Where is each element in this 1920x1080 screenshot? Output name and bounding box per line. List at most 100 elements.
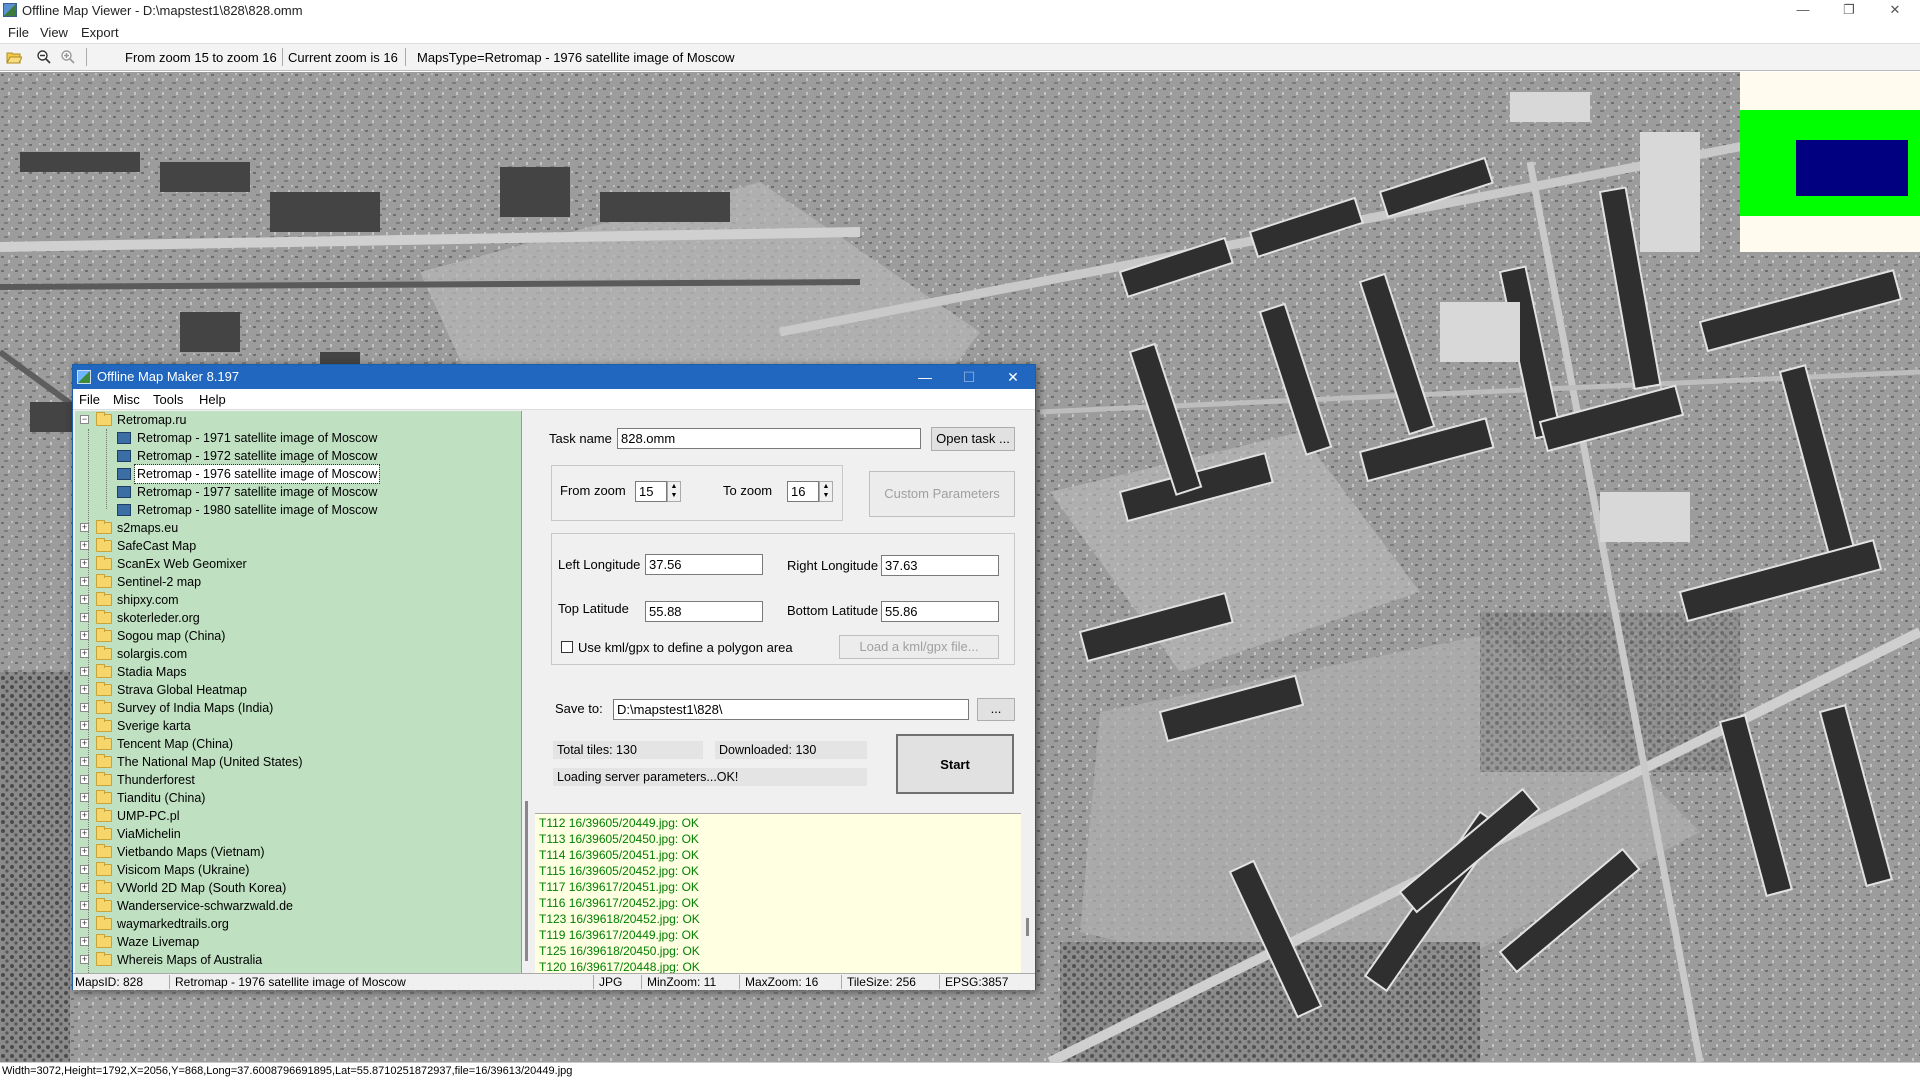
map-layer-icon — [117, 504, 131, 516]
dialog-menu-file[interactable]: File — [79, 392, 100, 407]
tree-label: Retromap.ru — [117, 413, 187, 427]
dialog-close-icon[interactable]: ✕ — [993, 367, 1033, 387]
kml-checkbox[interactable] — [561, 641, 573, 653]
expand-icon[interactable]: + — [80, 937, 89, 946]
log-line: T120 16/39617/20448.jpg: OK — [539, 960, 700, 974]
expand-icon[interactable]: + — [80, 775, 89, 784]
menu-export[interactable]: Export — [81, 25, 119, 40]
zoom-out-icon[interactable] — [36, 49, 52, 65]
to-zoom-input[interactable]: 16 — [787, 481, 819, 502]
folder-icon — [96, 682, 112, 696]
status-map-name: Retromap - 1976 satellite image of Mosco… — [175, 975, 406, 989]
close-icon[interactable]: ✕ — [1872, 0, 1918, 22]
custom-parameters-button: Custom Parameters — [869, 471, 1015, 517]
restore-icon[interactable]: ❐ — [1826, 0, 1872, 22]
save-to-input[interactable]: D:\mapstest1\828\ — [613, 699, 969, 720]
tree-label: Vietbando Maps (Vietnam) — [117, 845, 265, 859]
status-tile-size: TileSize: 256 — [847, 975, 916, 989]
expand-icon[interactable]: + — [80, 883, 89, 892]
status-divider — [641, 975, 642, 989]
to-zoom-spinner[interactable]: ▲ ▼ — [819, 481, 833, 502]
folder-icon — [96, 916, 112, 930]
tree-label: Sogou map (China) — [117, 629, 226, 643]
expand-icon[interactable]: + — [80, 739, 89, 748]
zoom-range-text: From zoom 15 to zoom 16 — [125, 50, 277, 65]
expand-icon[interactable]: + — [80, 865, 89, 874]
zoom-in-icon[interactable] — [60, 49, 76, 65]
toolbar-separator — [282, 48, 283, 66]
expand-icon[interactable]: + — [80, 955, 89, 964]
folder-icon — [96, 628, 112, 642]
tree-label: Retromap - 1980 satellite image of Mosco… — [137, 503, 378, 517]
open-folder-icon[interactable] — [6, 49, 22, 65]
task-name-input[interactable]: 828.omm — [617, 428, 921, 449]
expand-icon[interactable]: + — [80, 829, 89, 838]
scroll-thumb[interactable] — [525, 801, 528, 961]
tree-label: Thunderforest — [117, 773, 195, 787]
status-divider — [939, 975, 940, 989]
expand-icon[interactable]: + — [80, 649, 89, 658]
expand-icon[interactable]: + — [80, 685, 89, 694]
dialog-minimize-icon[interactable]: — — [905, 367, 945, 387]
minimize-icon[interactable]: — — [1780, 0, 1826, 22]
expand-icon[interactable]: + — [80, 811, 89, 820]
map-layer-icon — [117, 450, 131, 462]
expand-icon[interactable]: + — [80, 613, 89, 622]
expand-icon[interactable]: + — [80, 577, 89, 586]
menu-view[interactable]: View — [40, 25, 68, 40]
tree-label: Wanderservice-schwarzwald.de — [117, 899, 293, 913]
dialog-menu-tools[interactable]: Tools — [153, 392, 183, 407]
map-layer-icon — [117, 432, 131, 444]
dialog-menu-help[interactable]: Help — [199, 392, 226, 407]
menu-file[interactable]: File — [8, 25, 29, 40]
expand-icon[interactable]: + — [80, 559, 89, 568]
dialog-statusbar: MapsID: 828 Retromap - 1976 satellite im… — [73, 973, 1035, 990]
browse-button[interactable]: ... — [977, 698, 1015, 721]
status-divider — [169, 975, 170, 989]
folder-icon — [96, 844, 112, 858]
dialog-titlebar[interactable]: Offline Map Maker 8.197 — ☐ ✕ — [73, 365, 1035, 389]
expand-icon[interactable]: + — [80, 847, 89, 856]
log-scrollbar[interactable] — [1021, 813, 1035, 973]
expand-icon[interactable]: + — [80, 595, 89, 604]
tree-label: UMP-PC.pl — [117, 809, 180, 823]
expand-icon[interactable]: + — [80, 541, 89, 550]
folder-icon — [96, 646, 112, 660]
collapse-icon[interactable]: − — [80, 415, 89, 424]
expand-icon[interactable]: + — [80, 919, 89, 928]
bottom-latitude-input[interactable]: 55.86 — [881, 601, 999, 622]
log-line: T115 16/39605/20452.jpg: OK — [539, 864, 699, 878]
expand-icon[interactable]: + — [80, 901, 89, 910]
status-divider — [593, 975, 594, 989]
expand-icon[interactable]: + — [80, 631, 89, 640]
expand-icon[interactable]: + — [80, 523, 89, 532]
start-button[interactable]: Start — [896, 734, 1014, 794]
from-zoom-input[interactable]: 15 — [635, 481, 667, 502]
open-task-button[interactable]: Open task ... — [931, 427, 1015, 451]
expand-icon[interactable]: + — [80, 667, 89, 676]
tree-label: s2maps.eu — [117, 521, 179, 535]
expand-icon[interactable]: + — [80, 703, 89, 712]
top-latitude-input[interactable]: 55.88 — [645, 601, 763, 622]
overview-viewport[interactable] — [1796, 140, 1908, 196]
tree-scrollbar[interactable] — [523, 411, 531, 973]
from-zoom-spinner[interactable]: ▲ ▼ — [667, 481, 681, 502]
tree-label: Stadia Maps — [117, 665, 187, 679]
map-maker-icon — [77, 370, 91, 384]
tree-label: skoterleder.org — [117, 611, 200, 625]
tree-guide-line — [106, 429, 107, 509]
dialog-menu-misc[interactable]: Misc — [113, 392, 140, 407]
tree-label: ScanEx Web Geomixer — [117, 557, 247, 571]
provider-tree[interactable]: − Retromap.ru Retromap - 1971 satellite … — [75, 411, 522, 973]
viewer-toolbar: From zoom 15 to zoom 16 Current zoom is … — [0, 43, 1920, 71]
map-layer-icon — [117, 486, 131, 498]
expand-icon[interactable]: + — [80, 721, 89, 730]
folder-icon — [96, 898, 112, 912]
scroll-thumb[interactable] — [1026, 918, 1029, 936]
tree-label: Survey of India Maps (India) — [117, 701, 274, 715]
right-longitude-input[interactable]: 37.63 — [881, 555, 999, 576]
load-kml-button: Load a kml/gpx file... — [839, 635, 999, 659]
left-longitude-input[interactable]: 37.56 — [645, 554, 763, 575]
expand-icon[interactable]: + — [80, 793, 89, 802]
expand-icon[interactable]: + — [80, 757, 89, 766]
